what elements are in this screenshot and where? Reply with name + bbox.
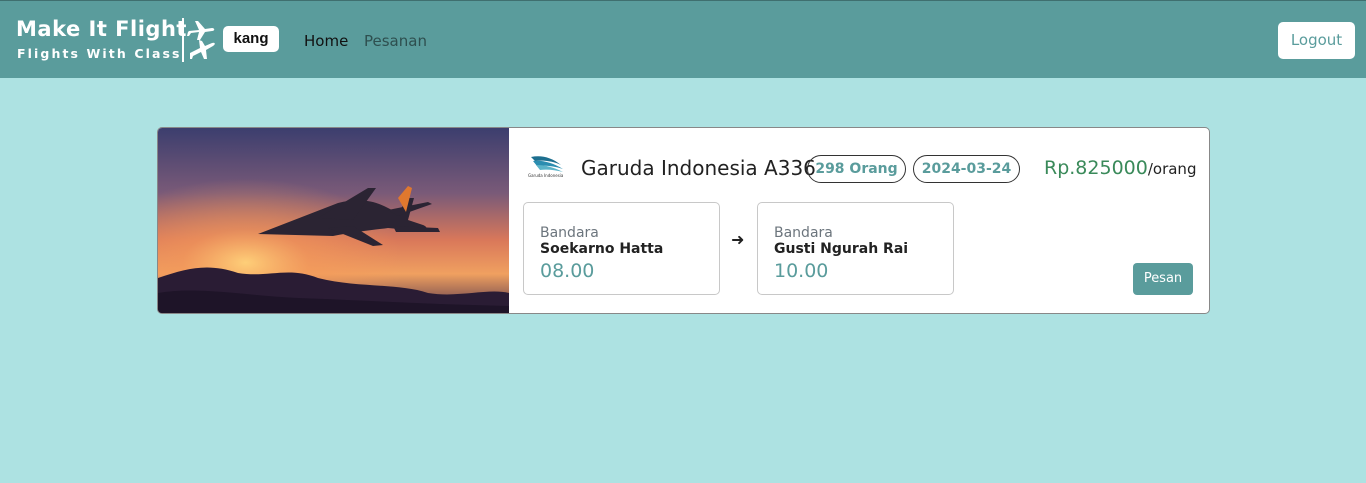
flight-card: Garuda Indonesia Garuda Indonesia A336 2… <box>157 127 1210 314</box>
price-value: Rp.825000 <box>1044 157 1148 179</box>
flight-name: Garuda Indonesia A336 <box>581 156 816 180</box>
departure-airport: Soekarno Hatta <box>540 241 664 257</box>
garuda-logo-text: Garuda Indonesia <box>528 173 564 178</box>
airplane-sunset-image <box>158 128 509 313</box>
airplanes-icon <box>187 21 215 59</box>
brand-title: Make It Flight <box>16 17 187 41</box>
arrival-airport: Gusti Ngurah Rai <box>774 241 909 257</box>
garuda-indonesia-logo: Garuda Indonesia <box>528 156 564 178</box>
brand-divider <box>182 18 184 62</box>
arrow-right-icon: ➜ <box>731 230 745 249</box>
date-badge: 2024-03-24 <box>913 155 1020 183</box>
arrival-label: Bandara <box>774 225 833 241</box>
brand-logo[interactable]: Make It Flight Flights With Class <box>16 15 216 65</box>
departure-box: Bandara Soekarno Hatta 08.00 <box>523 202 720 295</box>
seats-badge: 298 Orang <box>807 155 906 183</box>
departure-label: Bandara <box>540 225 599 241</box>
arrival-box: Bandara Gusti Ngurah Rai 10.00 <box>757 202 954 295</box>
pesan-button[interactable]: Pesan <box>1133 263 1193 295</box>
nav-link-pesanan[interactable]: Pesanan <box>364 31 427 51</box>
arrival-time: 10.00 <box>774 260 829 282</box>
navbar: Make It Flight Flights With Class kang H… <box>0 0 1366 78</box>
brand-subtitle: Flights With Class <box>17 46 182 61</box>
nav-link-home[interactable]: Home <box>304 31 348 51</box>
username-badge: kang <box>223 26 279 52</box>
logout-button[interactable]: Logout <box>1277 21 1356 60</box>
departure-time: 08.00 <box>540 260 595 282</box>
price-unit: /orang <box>1147 160 1197 178</box>
price: Rp.825000/orang <box>1044 156 1196 181</box>
